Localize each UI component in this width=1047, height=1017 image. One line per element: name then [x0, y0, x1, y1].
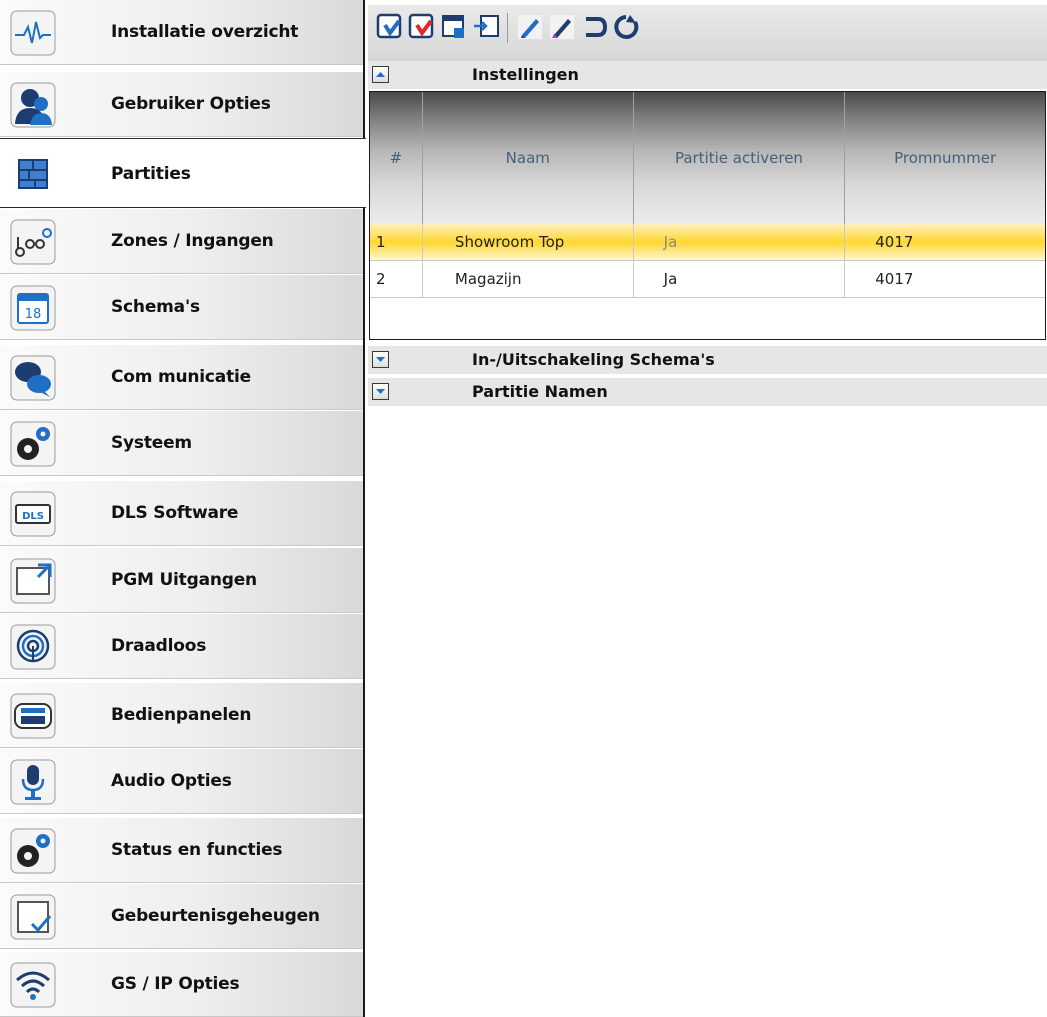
sidebar-item-label: Draadloos [111, 636, 207, 656]
event-log-icon [10, 894, 56, 940]
chat-icon [10, 355, 56, 401]
sidebar-item-pgm-uitgangen[interactable]: PGM Uitgangen [0, 548, 363, 613]
sidebar-item-label: Installatie overzicht [111, 22, 299, 42]
sidebar-item-dls-software[interactable]: DLS DLS Software [0, 481, 363, 546]
chevron-down-icon[interactable] [372, 351, 389, 368]
cell-activeren[interactable]: Ja [633, 224, 846, 261]
section-title: Instellingen [472, 65, 579, 84]
section-title: In-/Uitschakeling Schema's [472, 350, 715, 369]
cell-number[interactable]: 2 [370, 260, 423, 298]
column-header-promnummer[interactable]: Promnummer [844, 92, 1045, 224]
heartbeat-icon [10, 10, 56, 56]
table-row[interactable]: 1 Showroom Top Ja 4017 [370, 224, 1045, 261]
refresh-icon[interactable] [612, 13, 640, 41]
sidebar-item-label: GS / IP Opties [111, 974, 240, 994]
chevron-up-icon[interactable] [372, 66, 389, 83]
cell-activeren[interactable]: Ja [633, 260, 846, 298]
sidebar-item-status-en-functies[interactable]: Status en functies [0, 818, 363, 883]
sidebar-item-draadloos[interactable]: Draadloos [0, 614, 363, 679]
edit-alt-icon[interactable] [548, 13, 576, 41]
sidebar-item-audio-opties[interactable]: Audio Opties [0, 749, 363, 814]
read-icon[interactable] [376, 13, 404, 41]
sidebar-item-partities[interactable]: Partities [0, 138, 366, 208]
write-selected-icon[interactable] [472, 13, 500, 41]
sidebar-item-label: Gebruiker Opties [111, 94, 271, 114]
sidebar-item-label: Gebeurtenisgeheugen [111, 906, 320, 926]
sidebar-item-systeem[interactable]: Systeem [0, 411, 363, 476]
partitions-table: # Naam Partitie activeren Promnummer 1 S… [369, 91, 1046, 340]
sidebar-item-label: DLS Software [111, 503, 239, 523]
section-in-uitschakeling-schemas[interactable]: In-/Uitschakeling Schema's [368, 346, 1047, 374]
edit-icon[interactable] [516, 13, 544, 41]
cell-promnummer[interactable]: 4017 [844, 260, 1045, 298]
sidebar-item-label: Status en functies [111, 840, 283, 860]
cell-naam[interactable]: Showroom Top [422, 224, 634, 261]
read-selected-icon[interactable] [440, 13, 468, 41]
cell-number[interactable]: 1 [370, 224, 423, 261]
column-header-number[interactable]: # [370, 92, 423, 224]
section-instellingen[interactable]: Instellingen [368, 61, 1047, 89]
svg-text:18: 18 [25, 307, 42, 322]
toolbar-separator [507, 13, 508, 43]
sidebar-item-zones-ingangen[interactable]: Zones / Ingangen [0, 209, 363, 274]
sidebar-item-communicatie[interactable]: Com municatie [0, 345, 363, 410]
sidebar-item-label: Bedienpanelen [111, 705, 252, 725]
sidebar-item-label: Partities [111, 164, 191, 184]
write-icon[interactable] [408, 13, 436, 41]
sidebar-item-gebeurtenisgeheugen[interactable]: Gebeurtenisgeheugen [0, 884, 363, 949]
sidebar-item-schemas[interactable]: 18 Schema's [0, 275, 363, 340]
sidebar-item-label: Com municatie [111, 367, 251, 387]
column-header-naam[interactable]: Naam [422, 92, 634, 224]
gears-icon [10, 421, 56, 467]
sidebar-item-gebruiker-opties[interactable]: Gebruiker Opties [0, 72, 363, 137]
sidebar-item-label: Audio Opties [111, 771, 232, 791]
cell-naam[interactable]: Magazijn [422, 260, 634, 298]
section-title: Partitie Namen [472, 382, 608, 401]
chevron-down-icon[interactable] [372, 383, 389, 400]
sidebar-item-bedienpanelen[interactable]: Bedienpanelen [0, 683, 363, 748]
sidebar-item-label: Schema's [111, 297, 200, 317]
sidebar-item-label: PGM Uitgangen [111, 570, 257, 590]
sidebar-item-installatie-overzicht[interactable]: Installatie overzicht [0, 0, 363, 65]
partitions-grid-icon [18, 159, 48, 189]
toolbar [368, 5, 1047, 61]
wireless-icon [10, 624, 56, 670]
table-row[interactable]: 2 Magazijn Ja 4017 [370, 260, 1045, 298]
calendar-icon: 18 [10, 285, 56, 331]
sidebar: Installatie overzicht Gebruiker Opties P… [0, 0, 366, 1017]
sidebar-item-label: Zones / Ingangen [111, 231, 274, 251]
pgm-output-icon [10, 558, 56, 604]
microphone-icon [10, 759, 56, 805]
zones-icon [10, 219, 56, 265]
svg-text:DLS: DLS [22, 511, 44, 522]
sidebar-item-label: Systeem [111, 433, 192, 453]
gears-icon [10, 828, 56, 874]
cell-promnummer[interactable]: 4017 [844, 224, 1045, 261]
keypad-icon [10, 693, 56, 739]
dls-icon: DLS [10, 491, 56, 537]
section-partitie-namen[interactable]: Partitie Namen [368, 378, 1047, 406]
column-header-partitie-activeren[interactable]: Partitie activeren [633, 92, 846, 224]
wifi-icon [10, 962, 56, 1008]
undo-icon[interactable] [580, 13, 608, 41]
users-icon [10, 82, 56, 128]
sidebar-item-gs-ip-opties[interactable]: GS / IP Opties [0, 952, 363, 1017]
